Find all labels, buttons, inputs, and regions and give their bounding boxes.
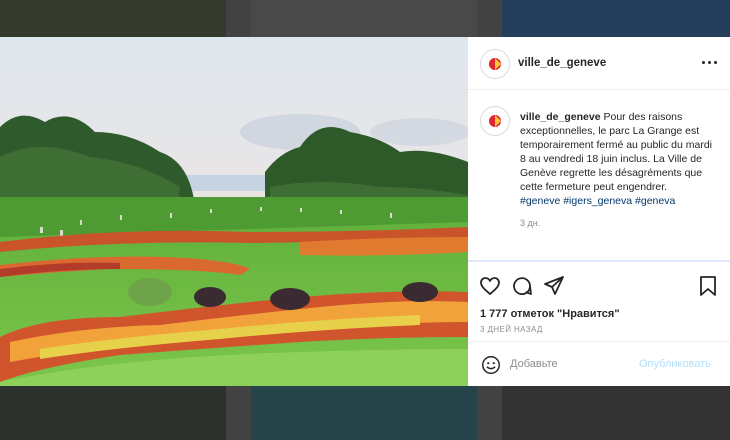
comment-input[interactable] [510, 352, 660, 376]
emoji-icon[interactable] [480, 354, 502, 376]
comments-divider [468, 260, 730, 262]
caption-section: ville_de_geneve Pour des raisons excepti… [468, 90, 730, 260]
caption-body: Pour des raisons exceptionnelles, le par… [520, 111, 713, 193]
post-header: ville_de_geneve [468, 37, 730, 90]
likes-count[interactable]: 1 777 отметок "Нравится" [480, 308, 620, 320]
caption-username[interactable]: ville_de_geneve [520, 111, 601, 123]
post-modal: ville_de_geneve ville_de_geneve Pour des… [0, 37, 730, 386]
post-photo[interactable] [0, 37, 468, 386]
hashtag-link[interactable]: #geneva [635, 195, 675, 207]
park-photo-image [0, 37, 468, 386]
city-logo-icon [489, 58, 501, 70]
caption-timestamp[interactable]: 3 дн. [520, 218, 540, 228]
post-timestamp[interactable]: 3 ДНЕЙ НАЗАД [480, 325, 543, 334]
heart-icon[interactable] [478, 274, 502, 298]
bookmark-icon[interactable] [696, 274, 720, 298]
comment-bar: Опубликовать [468, 341, 730, 387]
hashtag-list: #geneve #igers_geneva #geneva [520, 195, 675, 207]
share-icon[interactable] [542, 274, 566, 298]
caption-avatar[interactable] [480, 106, 510, 136]
caption-text: ville_de_geneve Pour des raisons excepti… [520, 110, 720, 208]
hashtag-link[interactable]: #igers_geneva [563, 195, 632, 207]
city-logo-icon [489, 115, 501, 127]
action-bar [468, 274, 730, 302]
comment-icon[interactable] [510, 274, 534, 298]
more-options-icon[interactable] [700, 57, 720, 69]
post-comment-button[interactable]: Опубликовать [639, 358, 711, 370]
hashtag-link[interactable]: #geneve [520, 195, 560, 207]
avatar[interactable] [480, 49, 510, 79]
post-details-panel: ville_de_geneve ville_de_geneve Pour des… [468, 37, 730, 386]
header-username[interactable]: ville_de_geneve [518, 57, 606, 69]
